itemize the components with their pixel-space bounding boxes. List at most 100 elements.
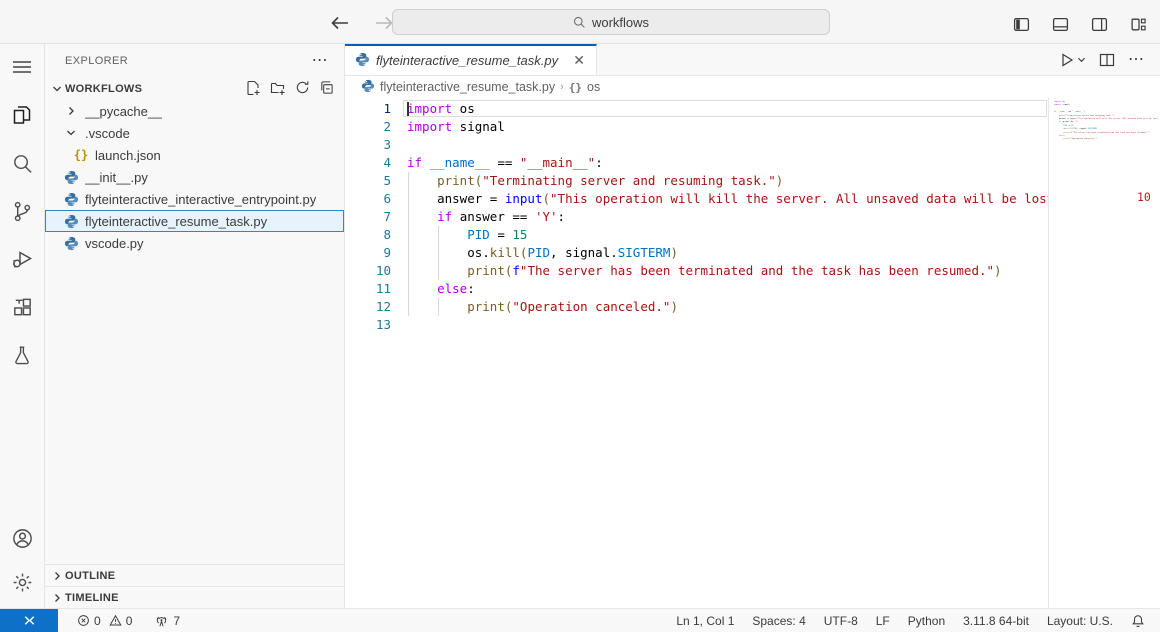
tree-item--vscode[interactable]: .vscode bbox=[45, 122, 344, 144]
indent-guide bbox=[408, 280, 409, 298]
line-number: 9 bbox=[345, 244, 391, 262]
chevron-right-icon bbox=[49, 571, 65, 581]
tree-item-label: launch.json bbox=[95, 148, 161, 163]
outline-section-header[interactable]: OUTLINE bbox=[45, 564, 344, 586]
workbench: EXPLORER ⋯ WORKFLOWS __pycache__.vscode{… bbox=[0, 44, 1160, 608]
ports-count: 7 bbox=[173, 614, 180, 628]
menu-icon[interactable] bbox=[10, 55, 34, 79]
cursor-position[interactable]: Ln 1, Col 1 bbox=[667, 609, 743, 632]
chevron-down-icon bbox=[49, 84, 65, 94]
editor-more-actions-icon[interactable]: ⋯ bbox=[1128, 55, 1144, 65]
line-number: 5 bbox=[345, 172, 391, 190]
section-actions bbox=[245, 80, 334, 99]
new-file-icon[interactable] bbox=[245, 80, 261, 99]
source-control-icon[interactable] bbox=[10, 199, 34, 223]
editor-group: flyteinteractive_resume_task.py ✕ ⋯ bbox=[345, 44, 1160, 608]
tab-title: flyteinteractive_resume_task.py bbox=[376, 53, 558, 68]
tree-item-flyteinteractive-interactive-entrypoint-py[interactable]: flyteinteractive_interactive_entrypoint.… bbox=[45, 188, 344, 210]
back-icon[interactable] bbox=[328, 11, 352, 35]
command-center-search[interactable]: workflows bbox=[392, 9, 830, 35]
language-mode[interactable]: Python bbox=[899, 609, 954, 632]
sidebar-bottom-panels: OUTLINE TIMELINE bbox=[45, 564, 344, 608]
customize-layout-icon[interactable] bbox=[1126, 12, 1150, 36]
encoding[interactable]: UTF-8 bbox=[815, 609, 867, 632]
tab-close-icon[interactable]: ✕ bbox=[570, 52, 588, 69]
code-lines: 1import os2import signal34if __name__ ==… bbox=[345, 100, 1160, 334]
indentation[interactable]: Spaces: 4 bbox=[743, 609, 814, 632]
run-debug-icon[interactable] bbox=[10, 247, 34, 271]
code-line-7[interactable]: 7 if answer == 'Y': bbox=[345, 208, 1160, 226]
line-number: 7 bbox=[345, 208, 391, 226]
editor-actions: ⋯ bbox=[1059, 44, 1160, 75]
current-line-highlight bbox=[403, 100, 1047, 117]
code-text: else: bbox=[407, 280, 475, 298]
toggle-primary-sidebar-icon[interactable] bbox=[1009, 12, 1033, 36]
code-text: print("Terminating server and resuming t… bbox=[407, 172, 783, 190]
breadcrumb[interactable]: flyteinteractive_resume_task.py › {} os bbox=[345, 76, 1160, 98]
code-line-1[interactable]: 1import os bbox=[345, 100, 1160, 118]
toggle-secondary-sidebar-icon[interactable] bbox=[1087, 12, 1111, 36]
split-editor-icon[interactable] bbox=[1099, 52, 1115, 68]
problems-indicator[interactable]: 0 0 bbox=[68, 609, 141, 632]
code-line-3[interactable]: 3 bbox=[345, 136, 1160, 154]
new-folder-icon[interactable] bbox=[270, 80, 286, 99]
timeline-section-header[interactable]: TIMELINE bbox=[45, 586, 344, 608]
extensions-icon[interactable] bbox=[10, 295, 34, 319]
code-text: if answer == 'Y': bbox=[407, 208, 565, 226]
tree-item-label: .vscode bbox=[85, 126, 130, 141]
search-view-icon[interactable] bbox=[10, 151, 34, 175]
breadcrumb-symbol[interactable]: os bbox=[587, 80, 600, 94]
code-line-13[interactable]: 13 bbox=[345, 316, 1160, 334]
toggle-panel-icon[interactable] bbox=[1048, 12, 1072, 36]
keyboard-layout[interactable]: Layout: U.S. bbox=[1038, 609, 1122, 632]
workflows-section-header[interactable]: WORKFLOWS bbox=[45, 78, 344, 100]
code-text: answer = input("This operation will kill… bbox=[407, 190, 1069, 208]
minimap[interactable]: import os import signal if __name__ == "… bbox=[1048, 98, 1160, 608]
python-file-icon bbox=[64, 214, 79, 229]
explorer-sidebar: EXPLORER ⋯ WORKFLOWS __pycache__.vscode{… bbox=[45, 44, 345, 608]
explorer-more-icon[interactable]: ⋯ bbox=[312, 56, 328, 66]
line-number: 6 bbox=[345, 190, 391, 208]
code-line-9[interactable]: 9 os.kill(PID, signal.SIGTERM) bbox=[345, 244, 1160, 262]
line-number: 3 bbox=[345, 136, 391, 154]
indent-guide bbox=[408, 172, 409, 190]
code-editor[interactable]: 1import os2import signal34if __name__ ==… bbox=[345, 98, 1160, 608]
remote-indicator[interactable] bbox=[0, 609, 58, 632]
explorer-icon[interactable] bbox=[10, 103, 34, 127]
run-python-file-icon[interactable] bbox=[1059, 52, 1086, 68]
indent-guide bbox=[408, 262, 409, 280]
nav-controls bbox=[328, 11, 396, 35]
refresh-icon[interactable] bbox=[295, 80, 310, 98]
tree-item-label: vscode.py bbox=[85, 236, 144, 251]
account-icon[interactable] bbox=[10, 526, 34, 550]
settings-gear-icon[interactable] bbox=[10, 570, 34, 594]
code-line-10[interactable]: 10 print(f"The server has been terminate… bbox=[345, 262, 1160, 280]
tree-item-vscode-py[interactable]: vscode.py bbox=[45, 232, 344, 254]
code-line-5[interactable]: 5 print("Terminating server and resuming… bbox=[345, 172, 1160, 190]
code-line-8[interactable]: 8 PID = 15 bbox=[345, 226, 1160, 244]
code-line-2[interactable]: 2import signal bbox=[345, 118, 1160, 136]
breadcrumb-file[interactable]: flyteinteractive_resume_task.py bbox=[380, 80, 555, 94]
collapse-all-icon[interactable] bbox=[319, 80, 334, 98]
code-line-12[interactable]: 12 print("Operation canceled.") bbox=[345, 298, 1160, 316]
code-line-11[interactable]: 11 else: bbox=[345, 280, 1160, 298]
code-text: os.kill(PID, signal.SIGTERM) bbox=[407, 244, 678, 262]
breadcrumb-separator: › bbox=[560, 81, 564, 93]
ports-indicator[interactable]: 7 bbox=[145, 609, 189, 632]
tree-item-flyteinteractive-resume-task-py[interactable]: flyteinteractive_resume_task.py bbox=[45, 210, 344, 232]
python-interpreter[interactable]: 3.11.8 64-bit bbox=[954, 609, 1038, 632]
tree-item--pycache-[interactable]: __pycache__ bbox=[45, 100, 344, 122]
minimap-text-fragment: 10 bbox=[1137, 188, 1151, 206]
tree-item-launch-json[interactable]: {} launch.json bbox=[45, 144, 344, 166]
json-braces-icon: {} bbox=[74, 148, 88, 162]
notifications-bell[interactable] bbox=[1122, 609, 1154, 632]
tree-item--init-py[interactable]: __init__.py bbox=[45, 166, 344, 188]
testing-icon[interactable] bbox=[10, 343, 34, 367]
python-file-icon bbox=[64, 236, 79, 251]
eol-sequence[interactable]: LF bbox=[867, 609, 899, 632]
radio-tower-icon bbox=[154, 614, 169, 628]
tab-flyteinteractive-resume-task[interactable]: flyteinteractive_resume_task.py ✕ bbox=[345, 44, 597, 75]
code-line-6[interactable]: 6 answer = input("This operation will ki… bbox=[345, 190, 1160, 208]
titlebar: workflows bbox=[0, 0, 1160, 44]
code-line-4[interactable]: 4if __name__ == "__main__": bbox=[345, 154, 1160, 172]
